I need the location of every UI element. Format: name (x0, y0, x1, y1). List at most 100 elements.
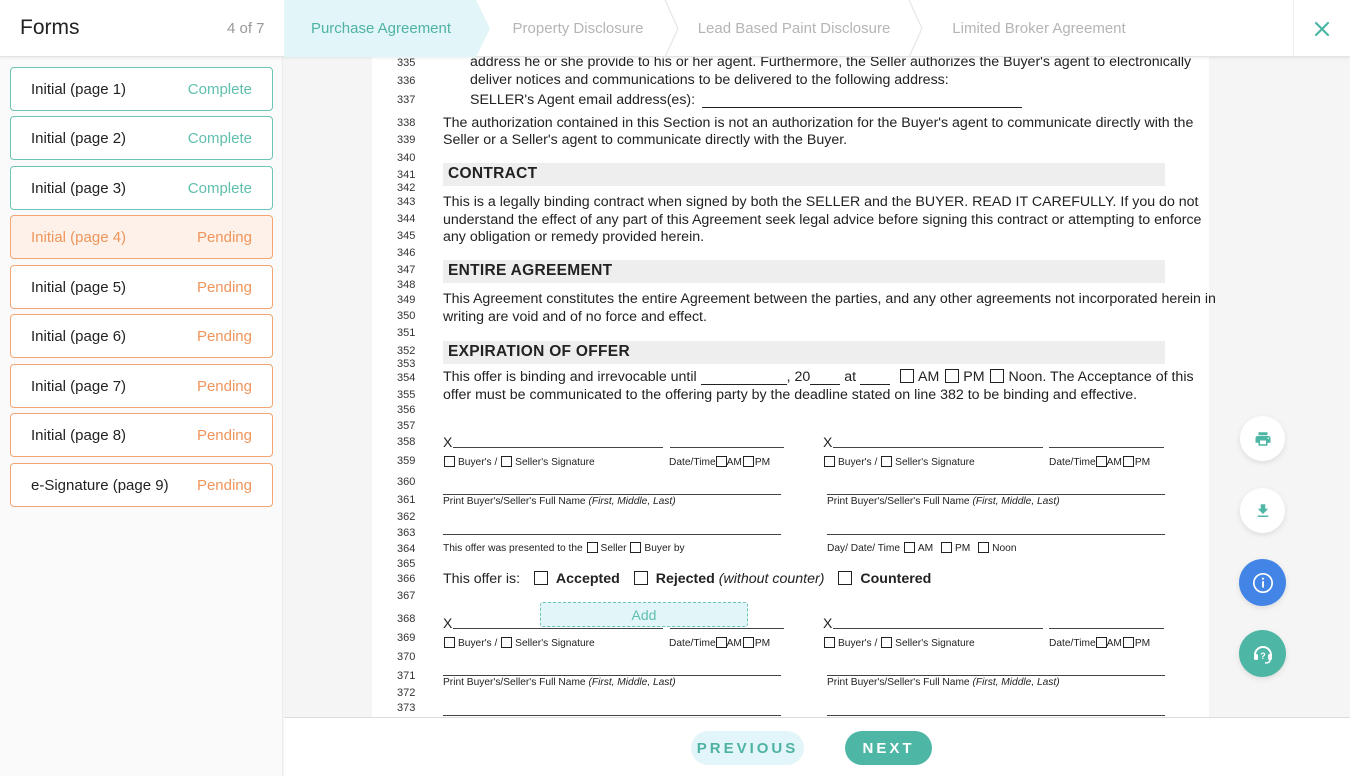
noon-checkbox[interactable] (978, 542, 990, 553)
pm-label: PM (754, 638, 771, 649)
signature-x: X (443, 615, 453, 631)
offer-status-row: This offer is: Accepted Rejected (withou… (443, 571, 931, 587)
pm-checkbox[interactable] (742, 637, 754, 648)
signature-line[interactable] (833, 447, 1043, 448)
buyer-checkbox[interactable] (824, 637, 835, 648)
section-title: EXPIRATION OF OFFER (448, 343, 630, 360)
buyers-label: Buyer's / (458, 638, 498, 649)
pm-checkbox[interactable] (941, 542, 953, 553)
expiration-date-blank[interactable] (700, 371, 787, 385)
buyer-checkbox[interactable] (444, 456, 455, 467)
sellers-signature-label: Seller's Signature (515, 457, 595, 468)
expiration-time-blank[interactable] (860, 371, 891, 385)
section-title: ENTIRE AGREEMENT (448, 262, 613, 279)
sidebar-item-initial-page-7[interactable]: Initial (page 7) Pending (10, 364, 273, 408)
download-button[interactable] (1240, 488, 1285, 533)
signature-line[interactable] (833, 628, 1043, 629)
signature-x: X (823, 434, 833, 450)
signature-line[interactable] (453, 628, 663, 629)
date-line[interactable] (1049, 628, 1164, 629)
date-line[interactable] (1049, 447, 1164, 448)
pm-checkbox[interactable] (742, 456, 754, 467)
line-number: 361 (397, 494, 416, 506)
buyer-by-label: Buyer by (644, 543, 685, 554)
forms-progress-count: 4 of 7 (227, 20, 265, 37)
am-checkbox[interactable] (715, 456, 727, 467)
tab-label: Limited Broker Agreement (952, 20, 1126, 37)
tab-purchase-agreement[interactable]: Purchase Agreement (284, 0, 490, 57)
am-checkbox[interactable] (900, 369, 915, 383)
pm-label: PM (963, 369, 985, 385)
day-date-time-line[interactable] (827, 534, 1165, 535)
countered-checkbox[interactable] (838, 571, 853, 585)
item-label: Initial (page 7) (31, 377, 127, 395)
add-signature-button[interactable]: Add (540, 602, 748, 627)
date-time-label: Date/Time (1049, 638, 1096, 649)
headset-help-icon: ? (1253, 645, 1272, 664)
am-checkbox[interactable] (903, 542, 915, 553)
signature-x: X (823, 615, 833, 631)
date-line[interactable] (670, 447, 784, 448)
signature-caption: Buyer's / Seller's Signature (823, 456, 975, 468)
next-button[interactable]: NEXT (845, 731, 932, 765)
print-name-line[interactable] (443, 494, 781, 495)
am-checkbox[interactable] (1095, 456, 1107, 467)
pm-checkbox[interactable] (1122, 456, 1134, 467)
seller-checkbox[interactable] (881, 456, 893, 467)
am-label: AM (1106, 457, 1122, 468)
seller-checkbox[interactable] (881, 637, 893, 648)
noon-checkbox[interactable] (990, 369, 1005, 383)
rejected-checkbox[interactable] (633, 571, 648, 585)
buyer-checkbox[interactable] (444, 637, 455, 648)
signature-line[interactable] (453, 447, 663, 448)
print-name-line[interactable] (443, 675, 781, 676)
presented-line[interactable] (443, 534, 781, 535)
sidebar-item-esignature-page-9[interactable]: e-Signature (page 9) Pending (10, 463, 273, 507)
sidebar-item-initial-page-3[interactable]: Initial (page 3) Complete (10, 166, 273, 210)
sidebar-item-initial-page-5[interactable]: Initial (page 5) Pending (10, 265, 273, 309)
seller-checkbox[interactable] (501, 637, 513, 648)
line-number: 345 (397, 230, 416, 242)
tab-property-disclosure[interactable]: Property Disclosure (490, 0, 666, 57)
pm-label: PM (754, 457, 771, 468)
accepted-checkbox[interactable] (533, 571, 548, 585)
sellers-signature-label: Seller's Signature (895, 457, 975, 468)
support-button[interactable]: ? (1239, 630, 1286, 677)
pm-checkbox[interactable] (1122, 637, 1134, 648)
tab-lead-based-paint-disclosure[interactable]: Lead Based Paint Disclosure (679, 0, 909, 57)
sidebar-item-initial-page-2[interactable]: Initial (page 2) Complete (10, 116, 273, 160)
am-checkbox[interactable] (715, 637, 727, 648)
accepted-label: Accepted (555, 571, 620, 587)
info-button[interactable] (1239, 559, 1286, 606)
header: Forms 4 of 7 Purchase Agreement Property… (0, 0, 1350, 57)
am-checkbox[interactable] (1095, 637, 1107, 648)
pm-label: PM (955, 543, 971, 554)
tab-limited-broker-agreement[interactable]: Limited Broker Agreement (924, 0, 1154, 57)
rejected-label: Rejected (655, 571, 715, 587)
sidebar-item-initial-page-4[interactable]: Initial (page 4) Pending (10, 215, 273, 259)
print-name-line[interactable] (827, 494, 1165, 495)
print-button[interactable] (1240, 416, 1285, 461)
status-badge: Pending (196, 278, 252, 296)
am-label: AM (726, 457, 742, 468)
sellers-signature-label: Seller's Signature (895, 638, 975, 649)
buyer-checkbox[interactable] (824, 456, 835, 467)
pm-checkbox[interactable] (945, 369, 960, 383)
line-number: 341 (397, 169, 416, 181)
sidebar-item-initial-page-1[interactable]: Initial (page 1) Complete (10, 67, 273, 111)
date-line[interactable] (670, 628, 784, 629)
sidebar-item-initial-page-6[interactable]: Initial (page 6) Pending (10, 314, 273, 358)
expiration-year-blank[interactable] (810, 371, 841, 385)
seller-checkbox[interactable] (501, 456, 513, 467)
previous-button[interactable]: PREVIOUS (691, 731, 804, 765)
close-button[interactable] (1293, 0, 1350, 57)
presented-buyer-checkbox[interactable] (630, 542, 642, 553)
line-number: 366 (397, 573, 416, 585)
line-number: 363 (397, 527, 416, 539)
item-label: Initial (page 6) (31, 327, 127, 345)
document-viewer[interactable]: 335 336 337 338 339 340 341 342 343 344 345 346 347 3… (284, 57, 1350, 717)
email-blank[interactable] (702, 94, 1023, 108)
presented-seller-checkbox[interactable] (586, 542, 598, 553)
sidebar-item-initial-page-8[interactable]: Initial (page 8) Pending (10, 413, 273, 457)
print-name-line[interactable] (827, 675, 1165, 676)
